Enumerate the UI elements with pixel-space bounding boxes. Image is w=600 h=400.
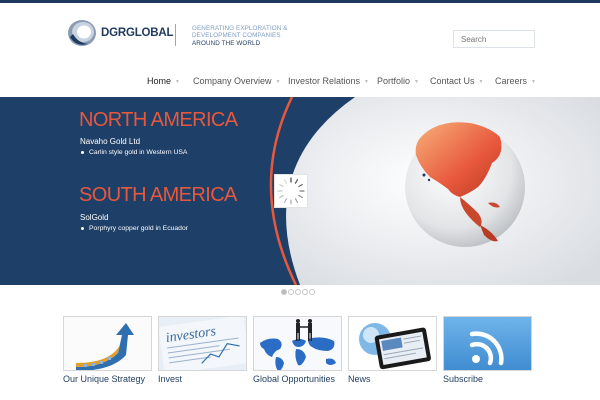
main-nav: Home ▼ Company Overview ▼ Investor Relatio… <box>0 76 600 90</box>
chevron-down-icon: ▼ <box>175 78 180 85</box>
slide-dot-5[interactable] <box>309 289 315 295</box>
tile-global-opportunities[interactable] <box>253 316 342 371</box>
rss-icon <box>444 317 531 370</box>
search-input[interactable] <box>453 30 535 48</box>
chevron-down-icon: ▼ <box>414 78 419 85</box>
bullet-text: Carlin style gold in Western USA <box>89 149 188 156</box>
nav-item-contact-us[interactable]: Contact Us ▼ <box>430 76 483 86</box>
slide-dot-1[interactable] <box>281 289 287 295</box>
nav-item-company-overview[interactable]: Company Overview ▼ <box>193 76 280 86</box>
nav-label-careers: Careers <box>495 76 528 86</box>
spinner-icon <box>277 177 305 205</box>
region-title-north-america: NORTH AMERICA <box>79 109 238 131</box>
hero-slider[interactable]: NORTH AMERICA Navaho Gold Ltd Carlin sty… <box>0 97 600 285</box>
tile-news[interactable] <box>348 316 437 371</box>
chevron-down-icon: ▼ <box>364 78 369 85</box>
tile-label-global-opportunities[interactable]: Global Opportunities <box>253 374 335 384</box>
slide-dot-4[interactable] <box>302 289 308 295</box>
tagline-line-2: DEVELOPMENT COMPANIES <box>192 32 281 40</box>
nav-item-investor-relations[interactable]: Investor Relations ▼ <box>288 76 369 86</box>
tile-subscribe[interactable] <box>443 316 532 371</box>
nav-item-home[interactable]: Home ▼ <box>147 76 180 86</box>
slider-pager <box>281 289 316 295</box>
bullet-item: Porphyry copper gold in Ecuador <box>81 225 188 232</box>
bullet-text: Porphyry copper gold in Ecuador <box>89 225 188 232</box>
logo-ring-icon <box>68 20 96 46</box>
bullet-dot <box>81 151 84 154</box>
bullet-dot <box>81 227 84 230</box>
tagline: GENERATING EXPLORATION & DEVELOPMENT COM… <box>192 25 302 47</box>
top-accent-bar <box>0 0 600 3</box>
slide-dot-2[interactable] <box>288 289 294 295</box>
company-name-navaho: Navaho Gold Ltd <box>80 137 141 146</box>
tagline-line-3: AROUND THE WORLD <box>192 39 261 47</box>
region-title-south-america: SOUTH AMERICA <box>79 184 237 206</box>
loading-spinner <box>274 174 308 208</box>
tile-our-unique-strategy[interactable] <box>63 316 152 371</box>
bullet-item: Carlin style gold in Western USA <box>81 149 187 156</box>
logo-text: DGRGLOBAL <box>101 27 174 39</box>
chevron-down-icon: ▼ <box>531 78 536 85</box>
slide-dot-3[interactable] <box>295 289 301 295</box>
company-name-solgold: SolGold <box>80 213 109 222</box>
nav-item-careers[interactable]: Careers ▼ <box>495 76 536 86</box>
tile-label-our-unique-strategy[interactable]: Our Unique Strategy <box>63 374 145 384</box>
tagline-line-1: GENERATING EXPLORATION & <box>192 25 288 32</box>
investors-newspaper-icon: investors <box>159 317 246 370</box>
tablet-globe-icon <box>349 317 436 370</box>
chevron-down-icon: ▼ <box>478 78 484 85</box>
nav-label-investor-relations: Investor Relations <box>288 76 361 86</box>
nav-label-company-overview: Company Overview <box>193 76 272 86</box>
nav-label-home: Home <box>147 76 172 86</box>
world-map-icon <box>254 317 341 370</box>
header-divider <box>175 24 176 46</box>
chevron-down-icon: ▼ <box>275 78 281 85</box>
tile-label-subscribe[interactable]: Subscribe <box>443 374 483 384</box>
tile-label-news[interactable]: News <box>348 374 371 384</box>
tile-invest[interactable]: investors <box>158 316 247 371</box>
tile-label-invest[interactable]: Invest <box>158 374 182 384</box>
nav-label-contact-us: Contact Us <box>430 76 475 86</box>
growth-arrow-icon <box>64 317 151 370</box>
nav-label-portfolio: Portfolio <box>377 76 411 86</box>
nav-item-portfolio[interactable]: Portfolio ▼ <box>377 76 419 86</box>
dgr-global-logo[interactable]: DGRGLOBAL <box>66 17 174 49</box>
